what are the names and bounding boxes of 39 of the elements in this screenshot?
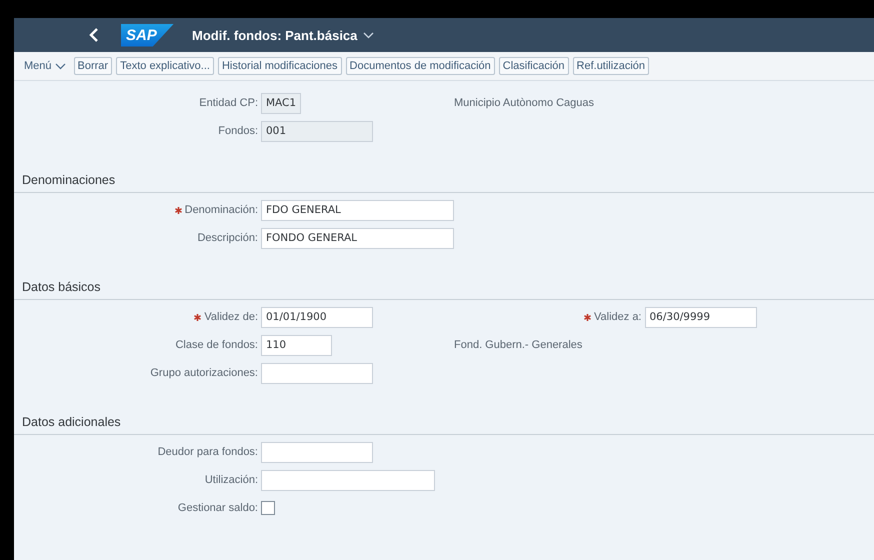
field-label: Denominación: (184, 204, 258, 216)
field-label: Fondos: (218, 125, 258, 137)
menu-button[interactable]: Menú (22, 60, 70, 72)
input-field[interactable]: FDO GENERAL (261, 200, 454, 220)
field-label: Clase de fondos: (175, 339, 258, 351)
field-label: Entidad CP: (199, 97, 258, 109)
description-text: Municipio Autònomo Caguas (454, 97, 594, 109)
toolbar-button[interactable]: Documentos de modificación (346, 57, 495, 75)
field-label: Validez de: (204, 311, 258, 323)
input-field[interactable]: MAC1 (261, 92, 301, 114)
caret-icon (54, 62, 66, 70)
field-label: Gestionar saldo: (178, 502, 258, 514)
checkbox[interactable] (261, 501, 275, 515)
logo: SAP (121, 24, 174, 46)
field-label: Descripción: (197, 232, 258, 244)
section-title: Datos adicionales (14, 415, 874, 435)
field-label: Grupo autorizaciones: (150, 367, 258, 379)
input-field[interactable]: 110 (261, 334, 332, 356)
input-field[interactable] (261, 470, 435, 490)
field-label: Validez a: (594, 311, 642, 323)
input-field[interactable] (261, 442, 373, 462)
field-label: Deudor para fondos: (158, 446, 258, 458)
input-field[interactable] (261, 362, 373, 384)
section-title: Datos básicos (14, 280, 874, 300)
toolbar-button[interactable]: Ref.utilización (572, 57, 649, 75)
section-title: Denominaciones (14, 173, 874, 193)
input-field[interactable]: 01/01/1900 (261, 306, 373, 328)
description-text: Fond. Gubern.- Generales (454, 339, 582, 351)
toolbar-button[interactable]: Clasificación (498, 57, 569, 75)
toolbar-button[interactable]: Historial modificaciones (218, 57, 342, 75)
input-field[interactable]: 06/30/9999 (644, 306, 756, 328)
toolbar-button[interactable]: Borrar (74, 57, 112, 75)
window-title[interactable]: Modif. fondos: Pant.básica (192, 28, 358, 42)
toolbar-button[interactable]: Texto explicativo... (116, 57, 214, 75)
field-label: Utilización: (204, 474, 258, 486)
caret-icon[interactable] (363, 32, 374, 38)
input-field[interactable]: FONDO GENERAL (261, 228, 454, 248)
input-field[interactable]: 001 (261, 120, 373, 142)
back-icon[interactable] (89, 27, 99, 43)
